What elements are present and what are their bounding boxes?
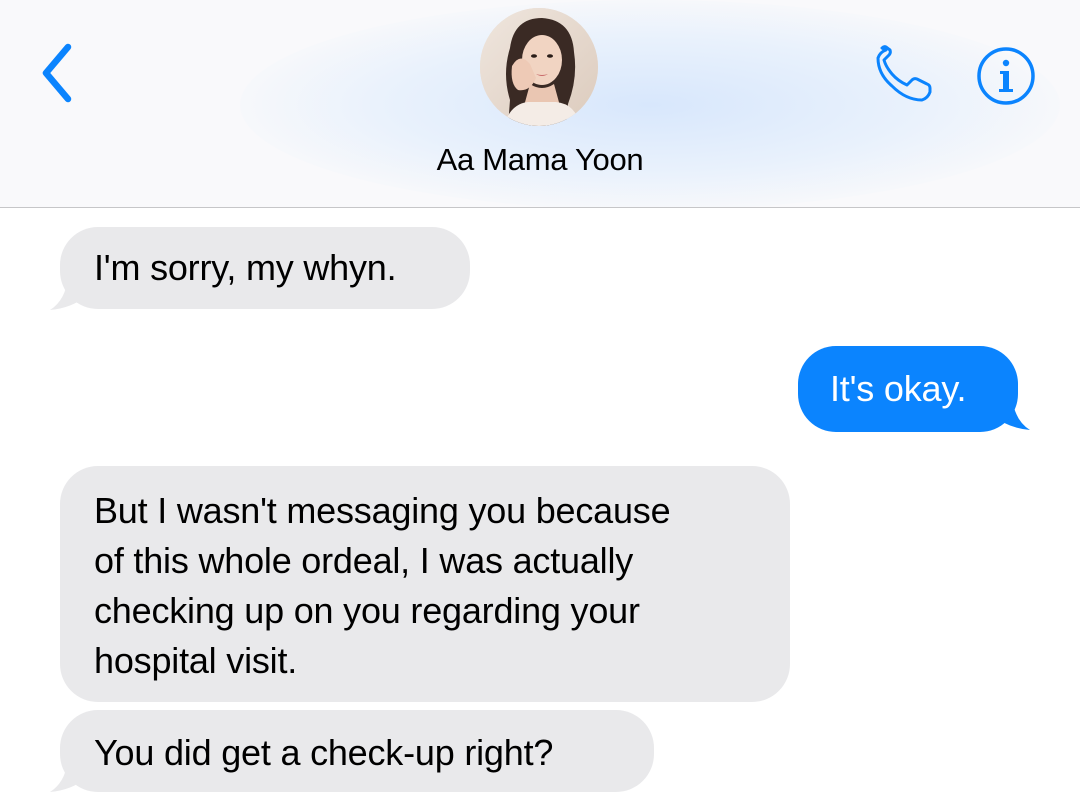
message-text-line: of this whole ordeal, I was actually bbox=[94, 540, 634, 581]
phone-icon bbox=[876, 45, 932, 102]
info-icon bbox=[977, 47, 1035, 105]
contact-avatar[interactable] bbox=[480, 8, 598, 126]
header-divider bbox=[0, 207, 1080, 208]
message-text-line: But I wasn't messaging you because bbox=[94, 490, 671, 531]
message-bubble-incoming[interactable]: I'm sorry, my whyn. bbox=[60, 227, 470, 309]
message-text: I'm sorry, my whyn. bbox=[94, 247, 397, 288]
chevron-left-icon bbox=[42, 43, 72, 103]
contact-name[interactable]: Aa Mama Yoon bbox=[340, 142, 740, 178]
message-bubble-incoming[interactable]: You did get a check-up right? bbox=[60, 710, 654, 792]
phone-button[interactable] bbox=[868, 42, 940, 108]
avatar-photo bbox=[480, 8, 598, 126]
message-text: You did get a check-up right? bbox=[94, 732, 554, 773]
message-bubble-incoming[interactable]: But I wasn't messaging you because of th… bbox=[60, 466, 790, 702]
conversation-header: Aa Mama Yoon bbox=[0, 0, 1080, 208]
message-text-line: checking up on you regarding your bbox=[94, 590, 640, 631]
message-bubble-outgoing[interactable]: It's okay. bbox=[798, 346, 1018, 432]
info-button[interactable] bbox=[972, 44, 1040, 108]
back-button[interactable] bbox=[28, 38, 88, 108]
message-text-line: hospital visit. bbox=[94, 640, 298, 681]
message-text: It's okay. bbox=[830, 368, 967, 409]
